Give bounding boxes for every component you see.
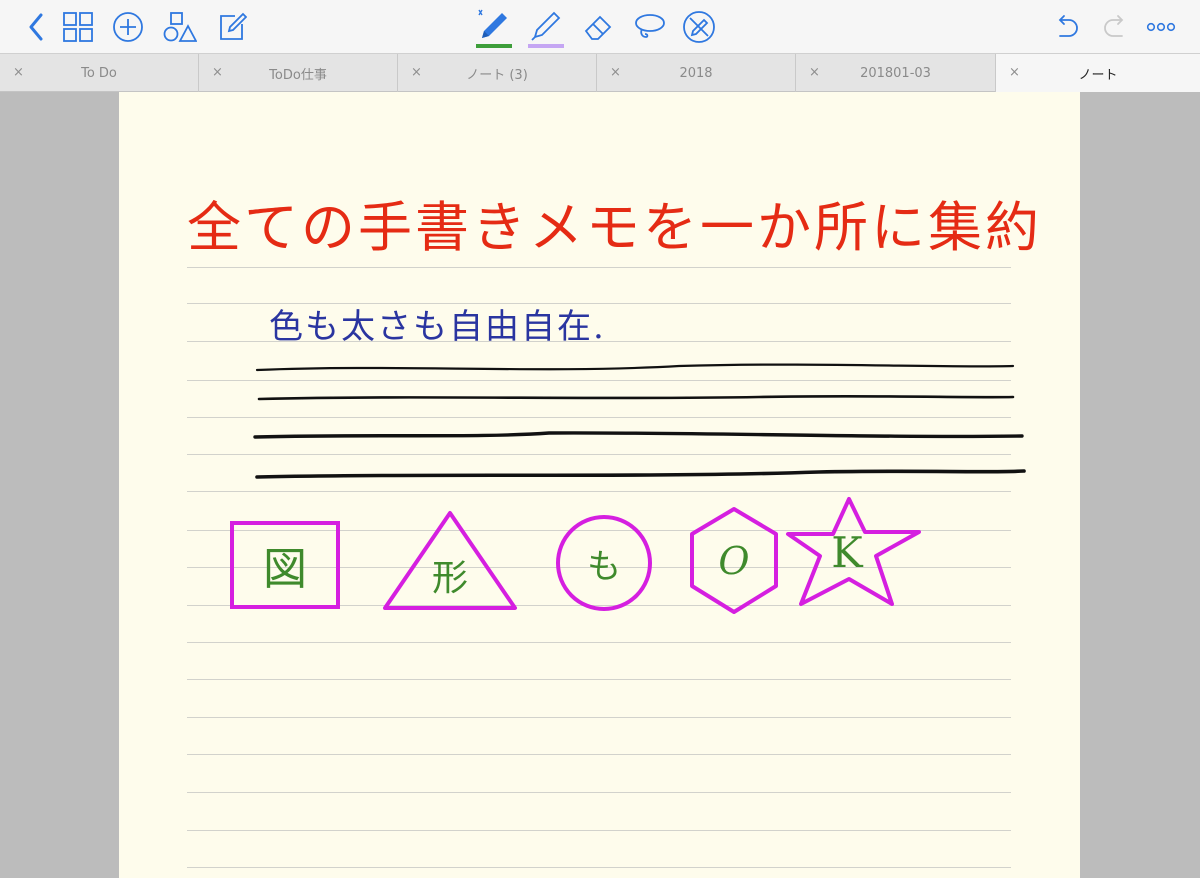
note-heading: 全ての手書きメモを一か所に集約 (187, 196, 1042, 259)
square-shape[interactable]: 図 (230, 521, 340, 609)
ruled-line (187, 792, 1011, 793)
tab-close-icon[interactable]: × (13, 65, 24, 81)
tab-note-active[interactable]: × ノート (996, 54, 1200, 92)
shape-text: 形 (431, 558, 468, 599)
highlighter-color-indicator (528, 44, 564, 48)
tab-todo-work[interactable]: × ToDo仕事 (199, 54, 398, 92)
tab-todo[interactable]: × To Do (0, 54, 199, 92)
pen-tool-icon[interactable] (474, 7, 514, 47)
tab-close-icon[interactable]: × (610, 65, 621, 81)
lasso-icon[interactable] (630, 7, 668, 47)
top-toolbar (0, 0, 1200, 53)
tab-label: ノート (1078, 67, 1118, 83)
tab-2018[interactable]: × 2018 (597, 54, 796, 92)
ruled-line (187, 867, 1011, 868)
back-chevron-icon[interactable] (22, 7, 50, 47)
grid-icon[interactable] (60, 7, 96, 47)
note-page[interactable]: 全ての手書きメモを一か所に集約 色も太さも自由自在. 図 形 も O K (119, 92, 1080, 878)
compose-icon[interactable] (214, 7, 250, 47)
highlighter-icon[interactable] (526, 7, 566, 47)
ruled-line (187, 830, 1011, 831)
star-shape[interactable]: K (785, 496, 923, 608)
tab-label: To Do (81, 65, 117, 81)
ruled-line (187, 679, 1011, 680)
hexagon-shape[interactable]: O (688, 506, 780, 616)
disable-pen-icon[interactable] (680, 7, 718, 47)
ruled-line (187, 267, 1011, 268)
shape-text: も (587, 546, 621, 587)
tab-label: ノート (3) (466, 67, 528, 83)
ruled-line (187, 303, 1011, 304)
add-circle-icon[interactable] (110, 7, 146, 47)
note-subheading: 色も太さも自由自在. (269, 307, 606, 347)
tab-201801-03[interactable]: × 201801-03 (796, 54, 996, 92)
ruled-line (187, 642, 1011, 643)
ruled-line (187, 717, 1011, 718)
tab-note-3[interactable]: × ノート (3) (398, 54, 597, 92)
tab-bar: × To Do × ToDo仕事 × ノート (3) × 2018 × 2018… (0, 53, 1200, 92)
circle-shape[interactable]: も (555, 514, 653, 612)
shape-text: O (718, 539, 750, 583)
undo-icon[interactable] (1050, 7, 1082, 47)
tab-close-icon[interactable]: × (212, 65, 223, 81)
redo-icon[interactable] (1100, 7, 1132, 47)
tab-close-icon[interactable]: × (411, 65, 422, 81)
triangle-shape[interactable]: 形 (382, 510, 518, 612)
tab-label: 2018 (679, 65, 713, 81)
more-icon[interactable] (1143, 7, 1179, 47)
shape-text: K (831, 527, 863, 577)
eraser-icon[interactable] (580, 7, 616, 47)
shape-text: 図 (263, 544, 307, 595)
tab-label: 201801-03 (860, 65, 931, 81)
ruled-line (187, 754, 1011, 755)
shapes-icon[interactable] (161, 7, 199, 47)
tab-label: ToDo仕事 (269, 67, 327, 83)
tab-close-icon[interactable]: × (1009, 65, 1020, 81)
pen-color-indicator (476, 44, 512, 48)
tab-close-icon[interactable]: × (809, 65, 820, 81)
